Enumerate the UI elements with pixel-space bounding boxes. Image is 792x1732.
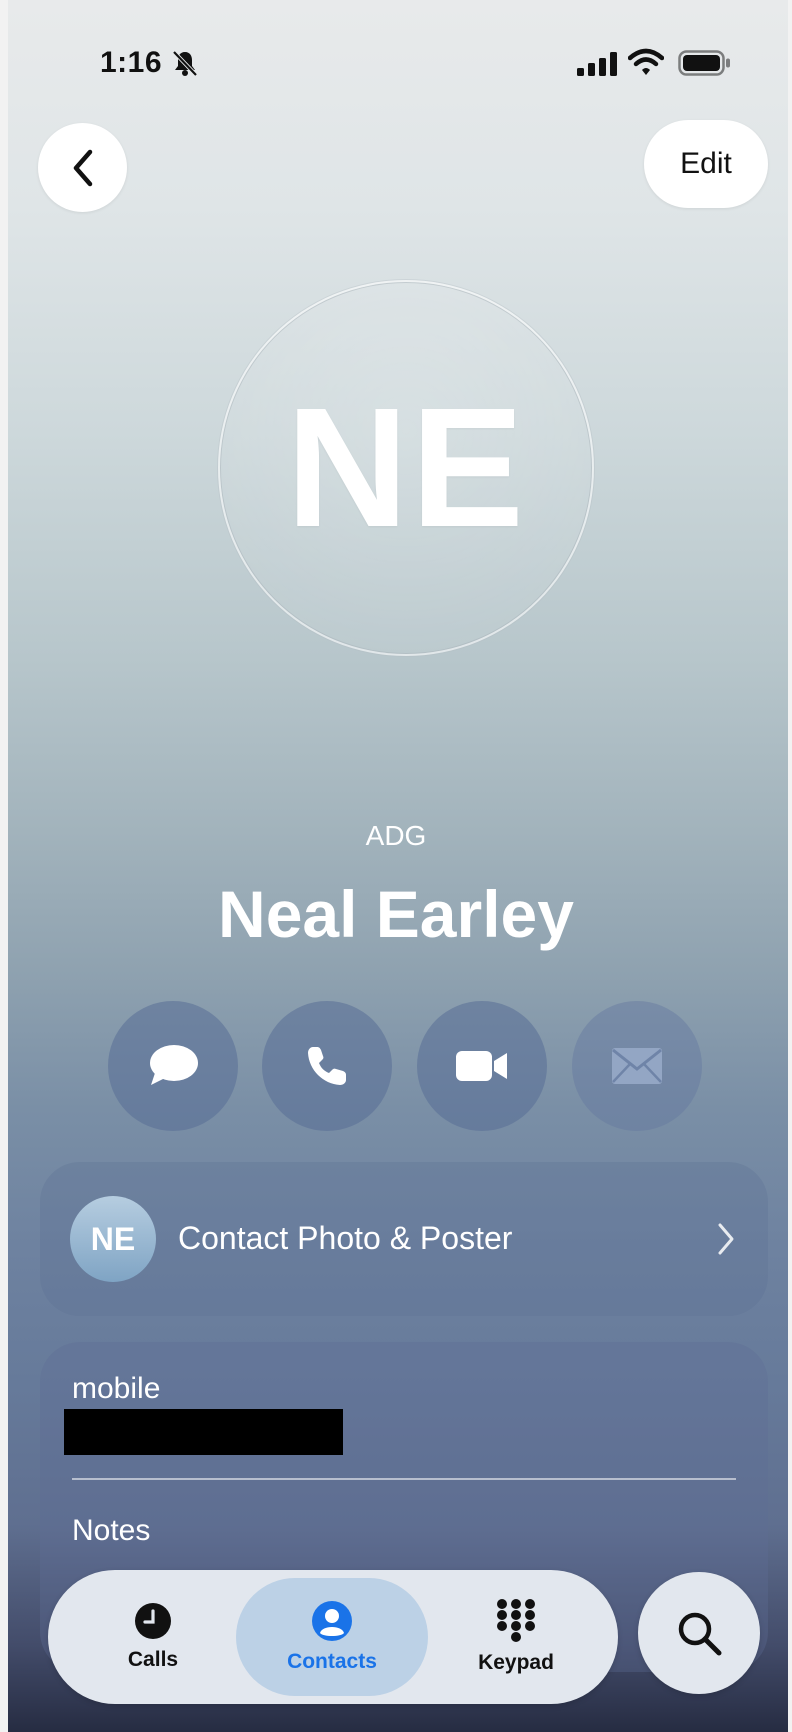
- video-call-button[interactable]: [417, 1001, 547, 1131]
- video-icon: [456, 1051, 507, 1081]
- wifi-icon: [628, 48, 664, 75]
- search-button[interactable]: [638, 1572, 760, 1694]
- chevron-right-icon: [718, 1223, 734, 1255]
- mobile-number-redacted[interactable]: [64, 1409, 343, 1455]
- divider: [72, 1478, 736, 1480]
- contact-name: Neal Earley: [218, 877, 574, 951]
- mail-icon: [612, 1048, 662, 1084]
- tab-contacts[interactable]: Contacts: [236, 1578, 428, 1696]
- call-button[interactable]: [262, 1001, 392, 1131]
- keypad-icon: [497, 1599, 535, 1642]
- edit-button[interactable]: Edit: [644, 120, 768, 208]
- chevron-left-icon: [73, 149, 92, 186]
- clock-icon: [135, 1603, 171, 1639]
- tab-contacts-label: Contacts: [287, 1650, 377, 1673]
- mail-button[interactable]: [572, 1001, 702, 1131]
- mobile-label: mobile: [72, 1372, 161, 1405]
- scan-edge-right: [788, 0, 792, 1732]
- tab-keypad[interactable]: Keypad: [436, 1570, 596, 1704]
- tab-calls-label: Calls: [127, 1648, 179, 1671]
- message-icon: [150, 1045, 198, 1085]
- contact-detail-screen: 1:16 Edit NE ADG Neal Earley NE Contact …: [0, 0, 792, 1732]
- contact-photo-label: Contact Photo & Poster: [178, 1220, 513, 1256]
- notes-label[interactable]: Notes: [72, 1514, 150, 1548]
- tab-calls[interactable]: Calls: [78, 1570, 228, 1704]
- status-time: 1:16: [100, 46, 163, 79]
- battery-icon: [678, 50, 730, 76]
- scan-edge-left: [0, 0, 8, 1732]
- phone-icon: [308, 1047, 346, 1085]
- back-button[interactable]: [38, 123, 127, 212]
- search-icon: [678, 1612, 722, 1656]
- status-bar: 1:16: [0, 0, 792, 130]
- bell-slash-icon: [172, 50, 198, 77]
- signal-icon: [577, 52, 617, 76]
- message-button[interactable]: [108, 1001, 238, 1131]
- contact-photo-poster-row[interactable]: NE Contact Photo & Poster: [40, 1162, 768, 1316]
- contact-company: ADG: [365, 820, 427, 851]
- quick-actions: [108, 1001, 702, 1131]
- avatar-initials: NE: [285, 373, 527, 563]
- contact-avatar[interactable]: NE: [218, 280, 594, 656]
- tab-bar: Calls Contacts Keypad: [48, 1570, 618, 1704]
- tab-keypad-label: Keypad: [478, 1651, 554, 1674]
- mini-avatar: NE: [70, 1196, 156, 1282]
- person-icon: [312, 1601, 352, 1641]
